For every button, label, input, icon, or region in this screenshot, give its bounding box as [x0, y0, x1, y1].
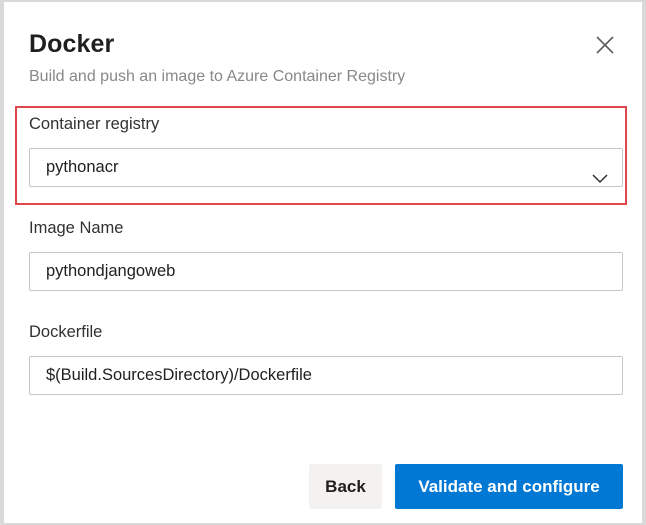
container-registry-label: Container registry	[29, 115, 160, 133]
close-icon[interactable]	[592, 32, 618, 58]
image-name-input[interactable]: pythondjangoweb	[29, 252, 623, 291]
validate-and-configure-button[interactable]: Validate and configure	[395, 464, 623, 509]
dockerfile-input[interactable]: $(Build.SourcesDirectory)/Dockerfile	[29, 356, 623, 395]
container-registry-dropdown[interactable]: pythonacr	[29, 148, 623, 187]
dockerfile-value: $(Build.SourcesDirectory)/Dockerfile	[46, 366, 312, 384]
dialog-subtitle: Build and push an image to Azure Contain…	[29, 68, 406, 85]
image-name-label: Image Name	[29, 219, 124, 237]
dialog-title: Docker	[29, 30, 115, 58]
docker-dialog: Docker Build and push an image to Azure …	[4, 2, 642, 523]
back-button[interactable]: Back	[309, 464, 382, 509]
container-registry-value: pythonacr	[46, 158, 119, 176]
chevron-down-icon	[592, 161, 608, 184]
dockerfile-label: Dockerfile	[29, 323, 103, 341]
image-name-value: pythondjangoweb	[46, 262, 176, 280]
